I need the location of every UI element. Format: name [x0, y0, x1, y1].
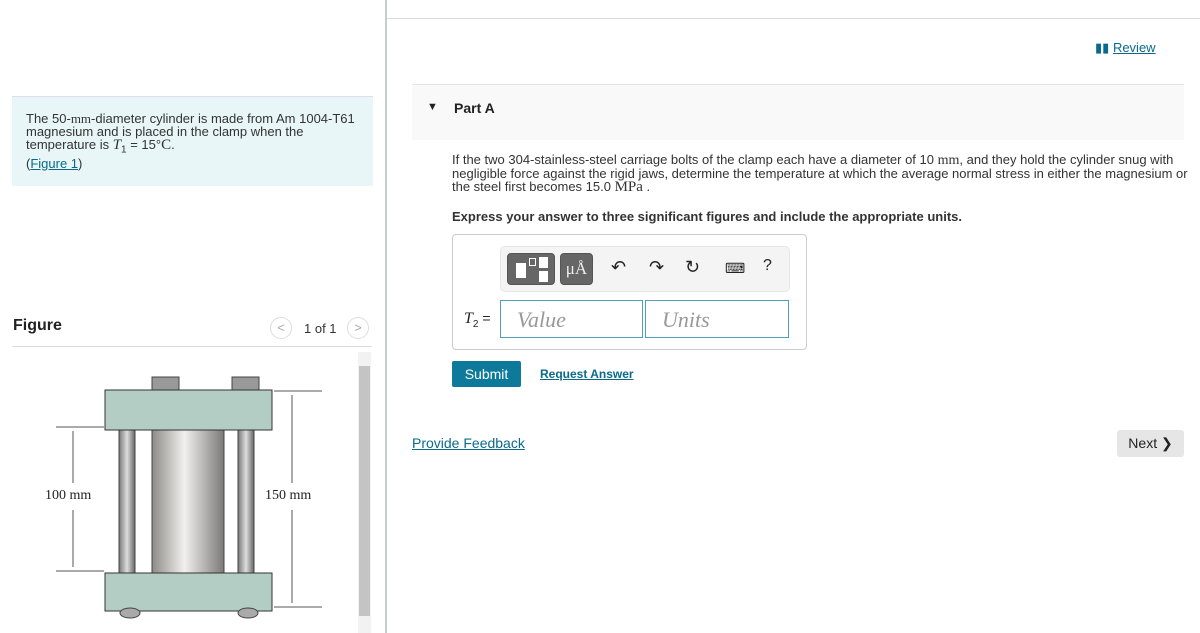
var: T — [464, 310, 473, 327]
provide-feedback-link[interactable]: Provide Feedback — [412, 435, 525, 451]
value-input[interactable]: Value — [500, 300, 643, 338]
paren: ) — [78, 155, 83, 171]
text: = 15° — [126, 137, 162, 152]
review-link[interactable]: ▮▮ Review — [1095, 40, 1156, 56]
instructions: Express your answer to three significant… — [452, 209, 962, 224]
sub: 2 — [472, 318, 479, 330]
var: T — [112, 137, 122, 153]
text: If the two 304-stainless-steel carriage … — [452, 152, 938, 167]
clamp-figure: 100 mm 150 mm — [45, 376, 322, 619]
dim-150: 150 mm — [265, 488, 311, 503]
part-a-header[interactable]: ▼ Part A — [412, 84, 1184, 140]
units-input[interactable]: Units — [645, 300, 789, 338]
template-icon — [516, 263, 526, 278]
collapse-triangle-icon: ▼ — [427, 101, 438, 113]
book-icon: ▮▮ — [1095, 40, 1110, 55]
redo-icon[interactable]: ↷ — [649, 257, 664, 278]
keyboard-icon[interactable]: ⌨ — [725, 260, 745, 277]
problem-statement: The 50-mm-diameter cylinder is made from… — [12, 96, 373, 186]
part-label: Part A — [454, 100, 495, 116]
next-figure-button[interactable]: > — [347, 317, 369, 339]
text: . — [642, 179, 651, 194]
submit-button[interactable]: Submit — [452, 361, 521, 387]
scrollbar-thumb[interactable] — [359, 366, 370, 616]
eq: = — [482, 310, 491, 326]
answer-label: T2 = — [464, 310, 491, 330]
unit: MPa — [614, 179, 643, 195]
figure-title: Figure — [13, 317, 62, 334]
dim-100: 100 mm — [45, 488, 91, 503]
templates-button[interactable] — [507, 253, 555, 285]
reset-icon[interactable]: ↻ — [685, 257, 700, 278]
unit: C — [161, 137, 172, 153]
panel-divider[interactable] — [385, 0, 387, 633]
help-button[interactable]: ? — [763, 257, 772, 275]
text: . — [171, 137, 175, 152]
figure-link[interactable]: Figure 1 — [30, 156, 78, 171]
math-toolbar: μÅ ↶ ↷ ↻ ⌨ ? — [500, 246, 790, 292]
figure-page: 1 of 1 — [304, 321, 337, 336]
review-label[interactable]: Review — [1113, 40, 1156, 55]
units-button[interactable]: μÅ — [560, 253, 593, 285]
undo-icon[interactable]: ↶ — [611, 257, 626, 278]
figure-divider — [12, 346, 372, 347]
question-text: If the two 304-stainless-steel carriage … — [452, 152, 1192, 195]
request-answer-link[interactable]: Request Answer — [540, 367, 634, 381]
prev-figure-button[interactable]: < — [270, 317, 292, 339]
top-divider — [387, 18, 1200, 19]
next-button[interactable]: Next ❯ — [1117, 430, 1184, 457]
